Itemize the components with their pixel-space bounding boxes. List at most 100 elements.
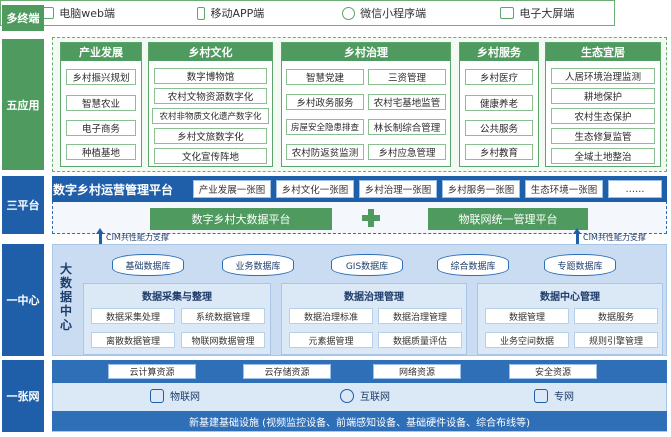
module-collection: 数据采集与整理 数据采集处理 系统数据管理 离散数据管理 物联网数据管理 — [83, 283, 271, 355]
app-item: 健康养老 — [465, 95, 533, 111]
cim-support-right: CIM共性能力支撑 — [583, 233, 646, 242]
app-item: 林长制综合管理 — [368, 119, 446, 135]
terminal-app: 移动APP端 — [154, 5, 307, 21]
module-item: 业务空间数据 — [485, 332, 569, 348]
layer-label-apps: 五应用 — [2, 39, 44, 170]
terminal-label: 电子大屏端 — [519, 7, 575, 20]
app-item: 农村宅基地监管 — [368, 94, 446, 110]
app-item: 乡村教育 — [465, 144, 533, 160]
app-item: 公共服务 — [465, 120, 533, 136]
module-item: 数据采集处理 — [91, 308, 175, 324]
layer-label-network: 一张网 — [2, 360, 44, 432]
cim-support-left: CIM共性能力支撑 — [106, 233, 169, 242]
module-item: 数据治理标准 — [289, 308, 373, 324]
bigdata-center-title: 大 数 据 中 心 — [58, 262, 74, 332]
db-label: 综合数据库 — [450, 261, 496, 272]
module-item: 系统数据管理 — [181, 308, 265, 324]
app-item: 智慧党建 — [286, 69, 364, 85]
module-center: 数据中心管理 数据管理 数据服务 业务空间数据 规则引擎管理 — [477, 283, 663, 355]
app-item: 人居环境治理监测 — [551, 68, 655, 84]
platform-title: 数字乡村运营管理平台 — [53, 183, 174, 197]
app-title: 乡村文化 — [149, 43, 272, 61]
db-label: GIS数据库 — [345, 261, 389, 272]
app-title: 乡村服务 — [460, 43, 538, 61]
iot-platform: 物联网统一管理平台 — [428, 208, 588, 230]
screen-icon — [500, 7, 515, 19]
app-service: 乡村服务 乡村医疗 健康养老 公共服务 乡村教育 — [459, 42, 539, 167]
app-item: 文化宣传阵地 — [154, 148, 267, 164]
db-business: 业务数据库 — [222, 254, 294, 276]
app-culture: 乡村文化 数字博物馆 农村文物资源数字化 农村非物质文化遗产数字化 乡村文旅数字… — [148, 42, 273, 167]
db-label: 专题数据库 — [557, 261, 603, 272]
module-item: 物联网数据管理 — [181, 332, 265, 348]
terminal-label: 电脑web端 — [59, 7, 115, 20]
module-item: 离散数据管理 — [91, 332, 175, 348]
terminal-label: 移动APP端 — [210, 7, 265, 20]
module-item: 数据服务 — [574, 308, 658, 324]
resource-storage: 云存储资源 — [243, 364, 331, 379]
app-item: 农村生态保护 — [551, 108, 655, 124]
module-item: 数据管理 — [485, 308, 569, 324]
app-item: 乡村应急管理 — [368, 144, 446, 160]
app-item: 电子商务 — [66, 120, 136, 136]
app-item: 乡村文旅数字化 — [154, 128, 267, 144]
app-item: 农村防返贫监测 — [286, 144, 364, 160]
app-title: 产业发展 — [61, 43, 141, 61]
plus-icon — [360, 207, 382, 229]
title-char: 中 — [59, 304, 72, 318]
screen-service: 乡村服务一张图 — [442, 180, 520, 198]
miniprogram-icon — [342, 6, 356, 20]
db-comprehensive: 综合数据库 — [437, 254, 509, 276]
layer-label-terminals: 多终端 — [2, 5, 44, 31]
terminal-label: 微信小程序端 — [360, 7, 427, 20]
app-ecology: 生态宜居 人居环境治理监测 耕地保护 农村生态保护 生态修复监管 全域土地整治 — [545, 42, 661, 167]
app-item: 种植基地 — [66, 144, 136, 160]
title-char: 据 — [59, 290, 72, 304]
app-title: 生态宜居 — [546, 43, 660, 61]
app-item: 乡村医疗 — [465, 69, 533, 85]
iot-icon — [150, 388, 164, 403]
app-governance: 乡村治理 智慧党建 三资管理 乡村政务服务 农村宅基地监管 房屋安全隐患排查 林… — [281, 42, 451, 167]
module-item: 元素据管理 — [289, 332, 373, 348]
app-item: 全域土地整治 — [551, 148, 655, 164]
app-item: 农村非物质文化遗产数字化 — [152, 108, 269, 124]
net-label: 专网 — [554, 392, 574, 403]
terminals-bar: 电脑web端 移动APP端 微信小程序端 电子大屏端 — [0, 0, 615, 26]
db-label: 业务数据库 — [235, 261, 281, 272]
screen-governance: 乡村治理一张图 — [359, 180, 437, 198]
infrastructure-bar: 新基建基础设施 (视频监控设备、前端感知设备、基础硬件设备、综合布线等) — [52, 411, 667, 431]
resource-security: 安全资源 — [509, 364, 597, 379]
db-basic: 基础数据库 — [112, 254, 184, 276]
app-item: 数字博物馆 — [154, 68, 267, 84]
app-title: 乡村治理 — [282, 43, 450, 61]
module-title: 数据采集与整理 — [142, 292, 212, 303]
module-governance: 数据治理管理 数据治理标准 数据治理管理 元素据管理 数据质量评估 — [281, 283, 467, 355]
globe-icon — [340, 388, 354, 403]
title-char: 心 — [59, 318, 72, 332]
module-item: 规则引擎管理 — [574, 332, 658, 348]
title-char: 大 — [59, 262, 72, 276]
net-label: 互联网 — [360, 392, 390, 403]
app-item: 房屋安全隐患排查 — [286, 119, 364, 135]
app-item: 耕地保护 — [551, 88, 655, 104]
app-item: 生态修复监管 — [551, 128, 655, 144]
app-industry: 产业发展 乡村振兴规划 智慧农业 电子商务 种植基地 — [60, 42, 142, 167]
db-gis: GIS数据库 — [331, 254, 403, 276]
screen-culture: 乡村文化一张图 — [276, 180, 354, 198]
net-private: 专网 — [534, 388, 574, 403]
screen-ecology: 生态环境一张图 — [525, 180, 603, 198]
app-item: 智慧农业 — [66, 95, 136, 111]
resource-network: 网络资源 — [373, 364, 461, 379]
app-item: 农村文物资源数字化 — [154, 88, 267, 104]
net-internet: 互联网 — [340, 388, 390, 403]
title-char: 数 — [59, 276, 72, 290]
app-item: 乡村振兴规划 — [66, 69, 136, 85]
terminal-miniprogram: 微信小程序端 — [308, 5, 461, 21]
module-item: 数据质量评估 — [378, 332, 462, 348]
app-item: 乡村政务服务 — [286, 94, 364, 110]
db-thematic: 专题数据库 — [544, 254, 616, 276]
layer-label-center: 一中心 — [2, 244, 44, 356]
db-label: 基础数据库 — [125, 261, 171, 272]
net-label: 物联网 — [170, 392, 200, 403]
module-title: 数据治理管理 — [344, 292, 404, 303]
